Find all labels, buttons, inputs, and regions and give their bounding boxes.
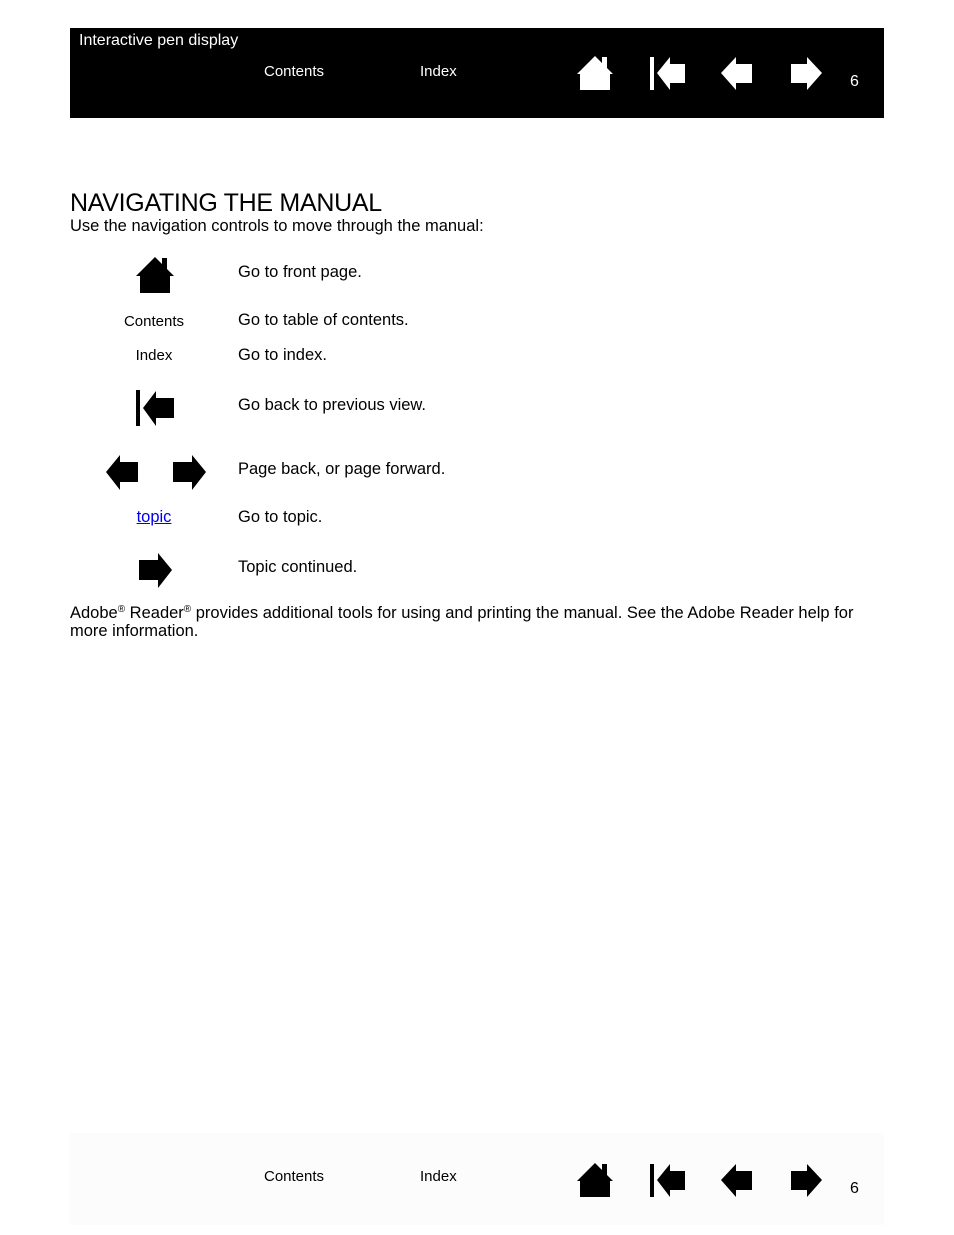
note-text: Reader bbox=[125, 604, 184, 622]
topic-link-cell: topic bbox=[104, 508, 204, 527]
index-label: Index bbox=[135, 347, 173, 364]
page-number: 6 bbox=[850, 1180, 859, 1197]
home-icon[interactable] bbox=[575, 54, 615, 92]
intro-text: Use the navigation controls to move thro… bbox=[70, 217, 484, 235]
row-description: Go to topic. bbox=[238, 508, 323, 526]
back-view-icon[interactable] bbox=[648, 1161, 688, 1199]
page-number: 6 bbox=[850, 73, 859, 90]
topic-continued-icon bbox=[136, 550, 176, 590]
home-icon[interactable] bbox=[575, 1161, 615, 1199]
previous-page-icon[interactable] bbox=[718, 1161, 758, 1199]
row-description: Go to front page. bbox=[238, 263, 362, 281]
next-page-icon bbox=[170, 452, 210, 492]
index-link[interactable]: Index bbox=[420, 63, 457, 80]
row-description: Page back, or page forward. bbox=[238, 460, 446, 478]
topic-link[interactable]: topic bbox=[137, 508, 172, 526]
registered-mark: ® bbox=[117, 604, 126, 615]
row-description: Go to table of contents. bbox=[238, 311, 409, 329]
next-page-icon[interactable] bbox=[785, 1161, 825, 1199]
back-view-icon[interactable] bbox=[648, 54, 688, 92]
contents-link[interactable]: Contents bbox=[264, 63, 324, 80]
page-heading: NAVIGATING THE MANUAL bbox=[70, 189, 382, 217]
previous-page-icon bbox=[104, 452, 144, 492]
contents-link[interactable]: Contents bbox=[264, 1168, 324, 1185]
row-description: Go back to previous view. bbox=[238, 396, 427, 414]
document-title: Interactive pen display bbox=[79, 32, 239, 49]
index-link[interactable]: Index bbox=[420, 1168, 457, 1185]
back-view-icon bbox=[134, 388, 174, 428]
row-description: Go to index. bbox=[238, 346, 327, 364]
note-text: Adobe bbox=[70, 604, 118, 622]
header-nav-bar: Interactive pen display Contents Index 6 bbox=[70, 28, 884, 118]
adobe-reader-note: Adobe® Reader® provides additional tools… bbox=[70, 604, 884, 640]
previous-page-icon[interactable] bbox=[718, 54, 758, 92]
footer-nav-bar: Contents Index 6 bbox=[70, 1133, 884, 1225]
home-icon bbox=[135, 255, 175, 295]
contents-label: Contents bbox=[123, 313, 185, 330]
row-description: Topic continued. bbox=[238, 558, 358, 576]
next-page-icon[interactable] bbox=[785, 54, 825, 92]
